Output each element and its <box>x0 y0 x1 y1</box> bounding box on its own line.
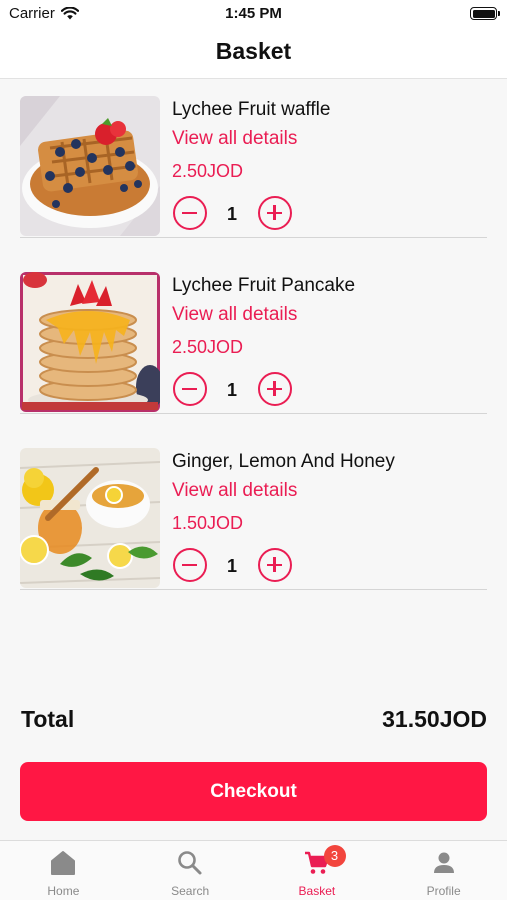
total-value: 31.50JOD <box>382 706 487 732</box>
page-title: Basket <box>215 38 292 64</box>
tab-profile[interactable]: Profile <box>380 841 507 900</box>
product-image-ginger-tea[interactable] <box>20 448 160 588</box>
item-price: 2.50JOD <box>172 161 244 181</box>
status-bar: Carrier 1:45 PM <box>0 0 507 28</box>
product-image-pancake[interactable] <box>20 272 160 412</box>
item-price: 1.50JOD <box>172 513 244 533</box>
tab-label: Search <box>171 884 210 898</box>
item-name: Lychee Fruit Pancake <box>172 275 356 296</box>
battery-icon <box>470 7 500 20</box>
decrease-quantity-button[interactable] <box>173 372 207 406</box>
basket-item-ginger-tea: Ginger, Lemon And Honey View all details… <box>20 431 487 590</box>
person-icon <box>433 852 454 873</box>
basket-item-waffle: Lychee Fruit waffle View all details 2.5… <box>20 79 487 238</box>
tab-basket[interactable]: 3 Basket <box>254 841 381 900</box>
decrease-quantity-button[interactable] <box>173 548 207 582</box>
status-time: 1:45 PM <box>225 5 282 22</box>
cart-count-badge: 3 <box>323 845 346 867</box>
tab-bar: Home Search 3 Basket Profile <box>0 840 507 900</box>
quantity-value: 1 <box>226 556 237 576</box>
tab-home[interactable]: Home <box>0 841 127 900</box>
quantity-value: 1 <box>226 380 237 400</box>
decrease-quantity-button[interactable] <box>173 196 207 230</box>
tab-search[interactable]: Search <box>127 841 254 900</box>
tab-label: Profile <box>426 884 461 898</box>
item-name: Lychee Fruit waffle <box>172 99 331 120</box>
total-label: Total <box>21 706 75 732</box>
basket-item-pancake: Lychee Fruit Pancake View all details 2.… <box>20 255 487 414</box>
increase-quantity-button[interactable] <box>258 372 292 406</box>
view-details-link[interactable]: View all details <box>172 480 297 502</box>
nav-bar: Basket <box>0 28 507 79</box>
checkout-button[interactable]: Checkout <box>20 762 487 821</box>
view-details-link[interactable]: View all details <box>172 304 297 326</box>
view-details-link[interactable]: View all details <box>172 128 297 150</box>
home-icon <box>51 851 76 875</box>
tab-label: Home <box>47 884 80 898</box>
increase-quantity-button[interactable] <box>258 196 292 230</box>
search-icon <box>178 851 202 875</box>
item-price: 2.50JOD <box>172 337 244 357</box>
product-image-waffle[interactable] <box>20 96 160 236</box>
tab-label: Basket <box>298 884 336 898</box>
item-name: Ginger, Lemon And Honey <box>172 451 395 472</box>
increase-quantity-button[interactable] <box>258 548 292 582</box>
quantity-value: 1 <box>226 204 237 224</box>
